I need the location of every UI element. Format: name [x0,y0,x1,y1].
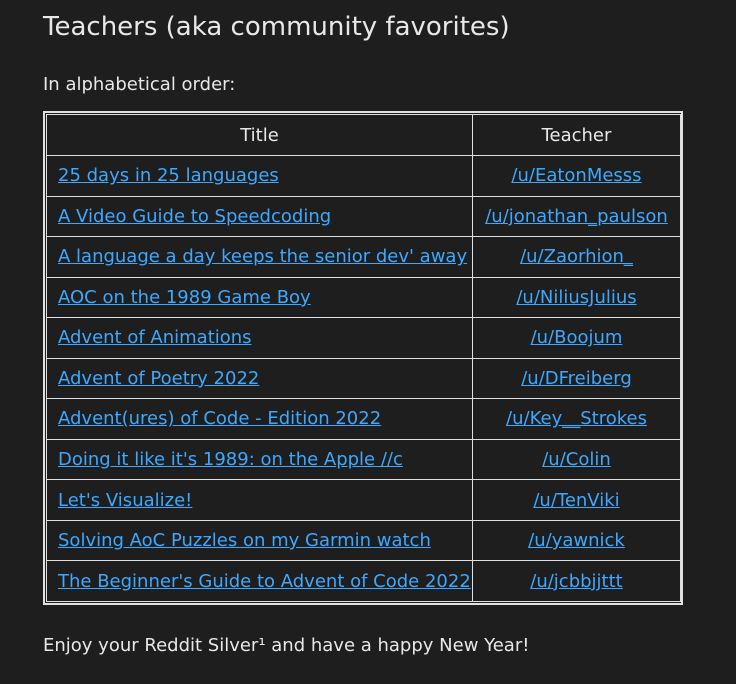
title-cell: 25 days in 25 languages [46,155,473,197]
teacher-link[interactable]: /u/Boojum [531,327,623,348]
section-heading: Teachers (aka community favorites) [43,12,510,42]
teacher-link[interactable]: /u/jonathan_paulson [485,206,668,227]
teacher-cell: /u/NiliusJulius [472,276,681,319]
title-cell: AOC on the 1989 Game Boy [46,276,473,319]
teacher-cell: /u/Zaorhion_ [472,236,681,278]
column-header-teacher: Teacher [472,114,681,156]
teacher-link[interactable]: /u/Key__Strokes [506,408,647,429]
table-row: Advent of Animations/u/Boojum [46,317,681,359]
table-row: Advent(ures) of Code - Edition 2022/u/Ke… [46,398,681,440]
table-row: The Beginner's Guide to Advent of Code 2… [46,560,681,602]
column-header-title: Title [46,114,473,156]
table-body: 25 days in 25 languages/u/EatonMesss A Vi… [46,155,681,602]
table-row: AOC on the 1989 Game Boy/u/NiliusJulius [46,276,681,319]
title-link[interactable]: Doing it like it's 1989: on the Apple //… [58,449,403,470]
teacher-link[interactable]: /u/DFreiberg [521,368,632,389]
table-row: Advent of Poetry 2022/u/DFreiberg [46,357,681,400]
title-cell: Advent of Poetry 2022 [46,357,473,400]
title-link[interactable]: A language a day keeps the senior dev' a… [58,246,467,267]
teacher-link[interactable]: /u/TenViki [533,490,619,511]
teacher-link[interactable]: /u/Colin [542,449,611,470]
title-link[interactable]: A Video Guide to Speedcoding [58,206,331,227]
title-cell: Doing it like it's 1989: on the Apple //… [46,438,473,481]
table-row: Doing it like it's 1989: on the Apple //… [46,438,681,481]
table-row: 25 days in 25 languages/u/EatonMesss [46,155,681,197]
closing-text: Enjoy your Reddit Silver¹ and have a hap… [43,635,530,656]
title-link[interactable]: Advent(ures) of Code - Edition 2022 [58,408,381,429]
title-cell: Solving AoC Puzzles on my Garmin watch [46,519,473,562]
teacher-cell: /u/TenViki [472,479,681,521]
title-link[interactable]: Let's Visualize! [58,490,192,511]
teacher-cell: /u/Key__Strokes [472,398,681,440]
title-link[interactable]: Advent of Animations [58,327,252,348]
teacher-cell: /u/jcbbjjttt [472,560,681,602]
teacher-cell: /u/EatonMesss [472,155,681,197]
teacher-link[interactable]: /u/EatonMesss [511,165,641,186]
table-row: Solving AoC Puzzles on my Garmin watch/u… [46,519,681,562]
intro-text: In alphabetical order: [43,74,236,95]
teacher-link[interactable]: /u/NiliusJulius [516,287,636,308]
teacher-link[interactable]: /u/jcbbjjttt [530,571,622,592]
table-row: A language a day keeps the senior dev' a… [46,236,681,278]
table-row: A Video Guide to Speedcoding/u/jonathan_… [46,195,681,238]
title-cell: The Beginner's Guide to Advent of Code 2… [46,560,473,602]
teacher-cell: /u/jonathan_paulson [472,195,681,238]
teachers-table-frame: Title Teacher 25 days in 25 languages/u/… [43,111,683,605]
title-link[interactable]: AOC on the 1989 Game Boy [58,287,311,308]
title-link[interactable]: 25 days in 25 languages [58,165,279,186]
title-cell: A language a day keeps the senior dev' a… [46,236,473,278]
title-link[interactable]: Advent of Poetry 2022 [58,368,259,389]
teacher-cell: /u/Colin [472,438,681,481]
table-row: Let's Visualize! /u/TenViki [46,479,681,521]
teacher-link[interactable]: /u/yawnick [528,530,625,551]
teachers-table: Title Teacher 25 days in 25 languages/u/… [46,114,681,602]
title-cell: A Video Guide to Speedcoding [46,195,473,238]
teacher-link[interactable]: /u/Zaorhion_ [520,246,633,267]
teacher-cell: /u/DFreiberg [472,357,681,400]
title-link[interactable]: The Beginner's Guide to Advent of Code 2… [58,571,471,592]
title-cell: Advent(ures) of Code - Edition 2022 [46,398,473,440]
title-cell: Let's Visualize! [46,479,473,521]
teacher-cell: /u/Boojum [472,317,681,359]
title-link[interactable]: Solving AoC Puzzles on my Garmin watch [58,530,431,551]
title-cell: Advent of Animations [46,317,473,359]
table-header-row: Title Teacher [46,114,681,156]
teacher-cell: /u/yawnick [472,519,681,562]
